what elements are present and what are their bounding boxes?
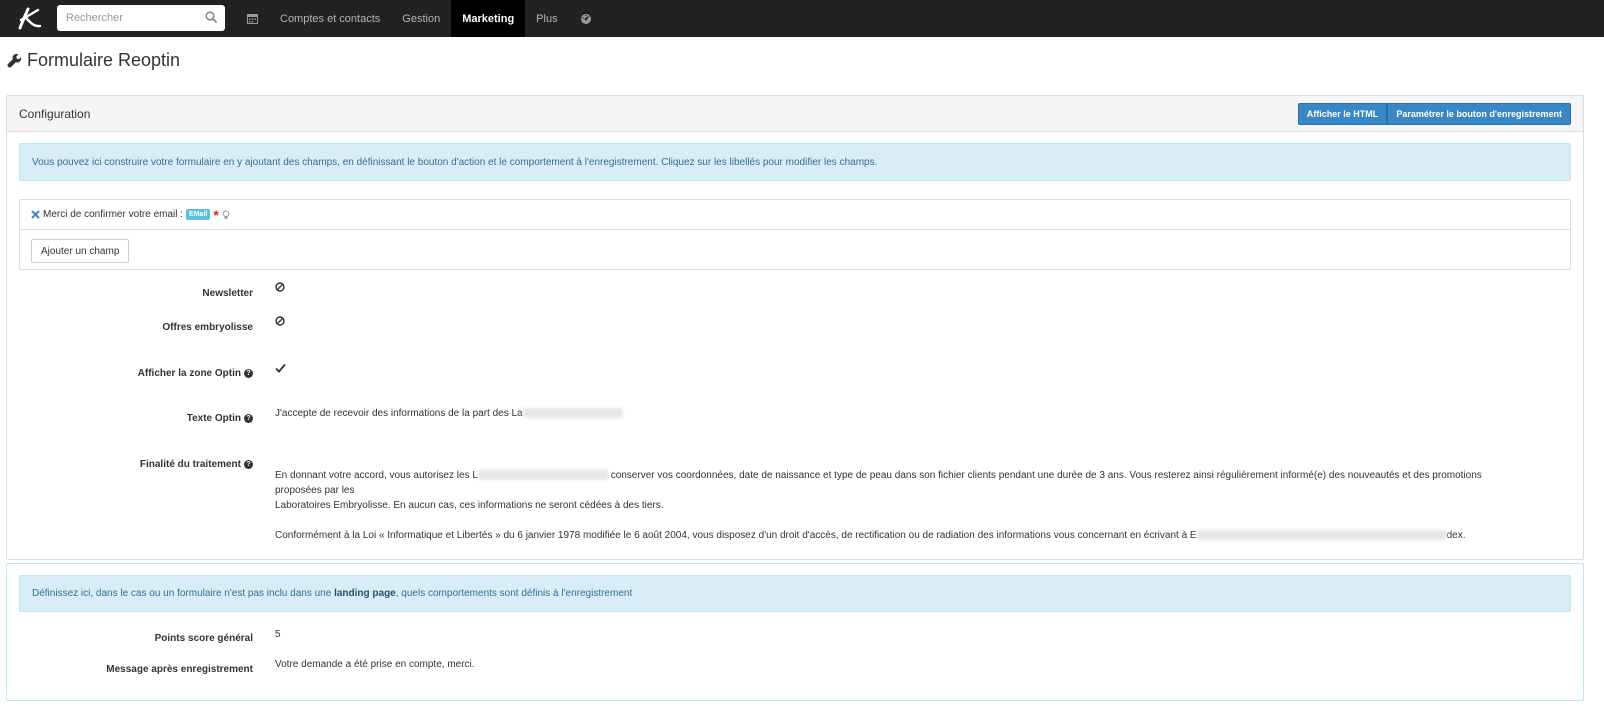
add-field-button[interactable]: Ajouter un champ (31, 239, 130, 263)
optin-zone-label: Afficher la zone Optin ? (13, 368, 253, 379)
newsletter-label: Newsletter (13, 288, 253, 299)
behaviour-info-alert: Définissez ici, dans le cas ou un formul… (19, 575, 1571, 612)
behaviour-panel: Définissez ici, dans le cas ou un formul… (6, 563, 1584, 701)
landing-page-text: landing page (334, 588, 396, 599)
show-html-button[interactable]: Afficher le HTML (1297, 103, 1388, 125)
offres-label: Offres embryolisse (13, 322, 253, 333)
page-title: Formulaire Reoptin (7, 50, 180, 71)
search-box[interactable] (57, 5, 225, 31)
newsletter-label-text: Newsletter (202, 288, 253, 299)
nav-comptes-contacts[interactable]: Comptes et contacts (269, 0, 391, 37)
search-input[interactable] (57, 12, 197, 24)
app-logo[interactable] (0, 0, 56, 37)
search-icon[interactable] (205, 11, 217, 23)
nav-dashboard[interactable] (569, 0, 603, 37)
ban-icon[interactable] (275, 282, 285, 292)
remove-field-icon[interactable] (31, 210, 40, 219)
lightbulb-icon[interactable] (222, 210, 230, 220)
finalite-paragraph-1: En donnant votre accord, vous autorisez … (275, 470, 1482, 511)
score-label: Points score général (13, 633, 253, 644)
field-type-badge: EMail (186, 209, 211, 220)
help-icon[interactable]: ? (244, 460, 253, 469)
save-button-settings[interactable]: Paramétrer le bouton d'enregistrement (1387, 103, 1571, 125)
top-navbar: Comptes et contacts Gestion Marketing Pl… (0, 0, 1604, 37)
optin-text-value[interactable]: J'accepte de recevoir des informations d… (275, 408, 623, 419)
configuration-title: Configuration (19, 106, 91, 121)
field-label[interactable]: Merci de confirmer votre email : (43, 209, 183, 220)
dashboard-icon (580, 13, 591, 24)
score-value[interactable]: 5 (275, 629, 281, 640)
configuration-heading: Configuration Afficher le HTML Paramétre… (7, 96, 1583, 132)
nav-calendar[interactable] (236, 0, 269, 37)
logo-icon (18, 7, 42, 29)
message-label: Message après enregistrement (13, 664, 253, 675)
field-row-email[interactable]: Merci de confirmer votre email : EMail * (20, 200, 1570, 230)
config-info-alert: Vous pouvez ici construire votre formula… (19, 143, 1571, 181)
nav-marketing[interactable]: Marketing (451, 0, 526, 37)
check-icon[interactable] (275, 363, 286, 373)
finalite-label: Finalité du traitement ? (13, 459, 253, 470)
optin-text-label: Texte Optin ? (13, 413, 253, 424)
main-nav: Comptes et contacts Gestion Marketing Pl… (236, 0, 603, 37)
finalite-value[interactable]: En donnant votre accord, vous autorisez … (275, 468, 1525, 543)
optin-zone-label-text: Afficher la zone Optin (137, 368, 241, 379)
help-icon[interactable]: ? (244, 369, 253, 378)
required-asterisk-icon: * (213, 206, 219, 223)
calendar-icon (247, 14, 258, 24)
finalite-paragraph-2: Conformément à la Loi « Informatique et … (275, 530, 1466, 541)
message-label-text: Message après enregistrement (106, 664, 253, 675)
heading-button-group: Afficher le HTML Paramétrer le bouton d'… (1297, 103, 1571, 125)
optin-text: J'accepte de recevoir des informations d… (275, 408, 523, 419)
message-value[interactable]: Votre demande a été prise en compte, mer… (275, 659, 475, 670)
configuration-panel: Configuration Afficher le HTML Paramétre… (6, 95, 1584, 560)
redacted-text (1196, 530, 1447, 541)
help-icon[interactable]: ? (244, 414, 253, 423)
nav-gestion[interactable]: Gestion (391, 0, 451, 37)
wrench-icon (7, 53, 22, 68)
redacted-text (522, 408, 623, 419)
optin-text-label-text: Texte Optin (186, 413, 241, 424)
nav-plus[interactable]: Plus (525, 0, 568, 37)
ban-icon[interactable] (275, 316, 285, 326)
page-title-text: Formulaire Reoptin (27, 50, 181, 70)
score-label-text: Points score général (154, 633, 253, 644)
redacted-text (477, 470, 608, 481)
offres-label-text: Offres embryolisse (162, 322, 253, 333)
form-fields-box: Merci de confirmer votre email : EMail *… (19, 199, 1571, 270)
finalite-label-text: Finalité du traitement (139, 459, 241, 470)
